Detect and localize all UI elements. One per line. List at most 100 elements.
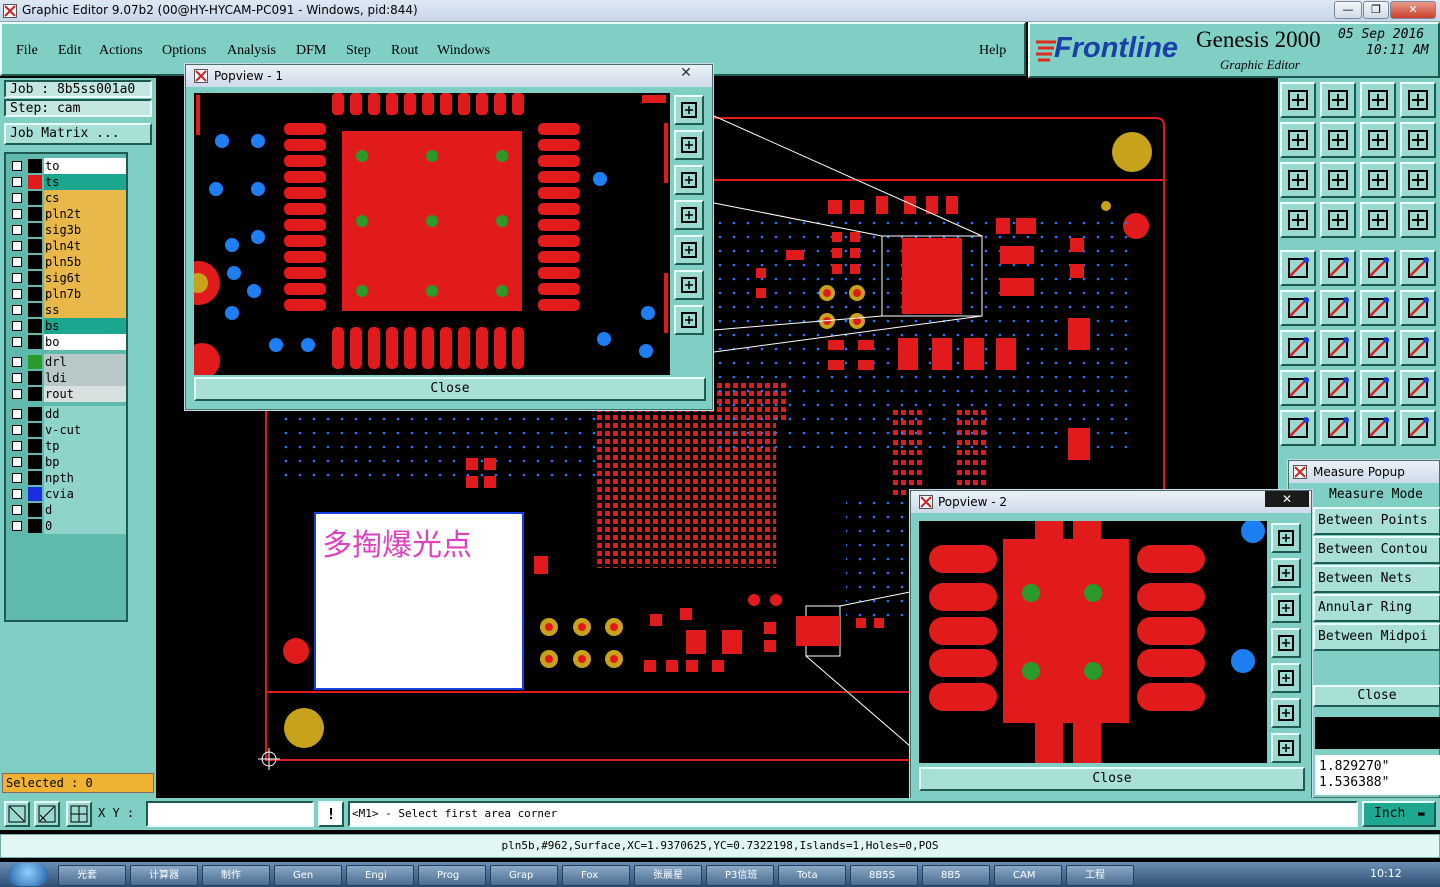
pan-right-icon[interactable] <box>1271 663 1301 693</box>
alert-icon[interactable]: ! <box>318 801 344 827</box>
taskbar-item[interactable]: 计算器 <box>130 865 198 886</box>
menu-analysis[interactable]: Analysis <box>227 43 276 59</box>
start-button[interactable] <box>8 863 48 886</box>
grid-view-icon[interactable] <box>1320 202 1356 238</box>
taskbar-item[interactable]: Prog <box>418 865 486 886</box>
measure-close-button[interactable]: Close <box>1313 685 1440 707</box>
unit-selector[interactable]: Inch ▬ <box>1362 801 1436 827</box>
window-icon[interactable] <box>1400 82 1436 118</box>
layer-checkbox[interactable] <box>12 389 22 399</box>
split-icon[interactable] <box>1320 370 1356 406</box>
layer-row-d[interactable]: d <box>10 502 126 518</box>
select-icon[interactable] <box>1280 250 1316 286</box>
taskbar-item[interactable]: P3信班 <box>706 865 774 886</box>
layer-checkbox[interactable] <box>12 289 22 299</box>
layer-checkbox[interactable] <box>12 209 22 219</box>
taskbar-item[interactable]: 光套 <box>58 865 126 886</box>
taskbar-item[interactable]: 制作 <box>202 865 270 886</box>
layer-color-swatch[interactable] <box>28 371 42 385</box>
resize-icon[interactable] <box>1360 370 1396 406</box>
menu-windows[interactable]: Windows <box>437 43 490 59</box>
measure-mode-between-midpoi[interactable]: Between Midpoi <box>1313 623 1440 651</box>
layer-checkbox[interactable] <box>12 273 22 283</box>
menu-step[interactable]: Step <box>346 43 371 59</box>
layer-row-to[interactable]: to <box>10 158 126 174</box>
layer-color-swatch[interactable] <box>28 335 42 349</box>
help-icon[interactable] <box>1400 162 1436 198</box>
fit-view-icon[interactable] <box>674 95 704 125</box>
layer-checkbox[interactable] <box>12 425 22 435</box>
rotate-icon[interactable] <box>1360 330 1396 366</box>
net-display-icon[interactable] <box>1360 202 1396 238</box>
layer-checkbox[interactable] <box>12 409 22 419</box>
layer-color-swatch[interactable] <box>28 159 42 173</box>
menu-dfm[interactable]: DFM <box>296 43 326 59</box>
text-a-icon[interactable] <box>1360 410 1396 446</box>
layer-row-0[interactable]: 0 <box>10 518 126 534</box>
layer-checkbox[interactable] <box>12 225 22 235</box>
fit-view-icon[interactable] <box>1271 523 1301 553</box>
pan-left-icon[interactable] <box>674 200 704 230</box>
layer-checkbox[interactable] <box>12 473 22 483</box>
zoom-area-icon[interactable] <box>4 801 30 827</box>
settings-icon[interactable] <box>1280 202 1316 238</box>
taskbar-item[interactable]: Fox <box>562 865 630 886</box>
layer-row-tp[interactable]: tp <box>10 438 126 454</box>
layer-checkbox[interactable] <box>12 373 22 383</box>
zoom-fit-icon[interactable] <box>1320 162 1356 198</box>
layer-row-ldi[interactable]: ldi <box>10 370 126 386</box>
layer-checkbox[interactable] <box>12 521 22 531</box>
menu-rout[interactable]: Rout <box>391 43 418 59</box>
measure-mode-annular-ring[interactable]: Annular Ring <box>1313 594 1440 622</box>
layer-checkbox[interactable] <box>12 337 22 347</box>
layer-color-swatch[interactable] <box>28 407 42 421</box>
line-icon[interactable] <box>1320 330 1356 366</box>
layer-row-rout[interactable]: rout <box>10 386 126 402</box>
taskbar-item[interactable]: 8B5 <box>922 865 990 886</box>
layer-row-pln4t[interactable]: pln4t <box>10 238 126 254</box>
layer-checkbox[interactable] <box>12 177 22 187</box>
mirror-icon[interactable] <box>1360 122 1396 158</box>
grid-icon[interactable] <box>66 801 92 827</box>
delete-icon[interactable] <box>1320 290 1356 326</box>
layer-checkbox[interactable] <box>12 505 22 515</box>
menu-file[interactable]: File <box>16 43 38 59</box>
layer-row-v-cut[interactable]: v-cut <box>10 422 126 438</box>
vertex-icon[interactable] <box>1320 410 1356 446</box>
flip-icon[interactable] <box>1400 330 1436 366</box>
taskbar-item[interactable]: Grap <box>490 865 558 886</box>
triangle-icon[interactable] <box>1280 410 1316 446</box>
popview-2-canvas[interactable] <box>919 521 1267 763</box>
layer-color-swatch[interactable] <box>28 439 42 453</box>
layer-color-swatch[interactable] <box>28 355 42 369</box>
layer-color-swatch[interactable] <box>28 239 42 253</box>
layer-color-swatch[interactable] <box>28 503 42 517</box>
pan-left-icon[interactable] <box>1280 122 1316 158</box>
layer-checkbox[interactable] <box>12 193 22 203</box>
net-highlight-icon[interactable] <box>1400 202 1436 238</box>
layer-checkbox[interactable] <box>12 441 22 451</box>
expand-icon[interactable] <box>674 270 704 300</box>
layer-row-npth[interactable]: npth <box>10 470 126 486</box>
layer-color-swatch[interactable] <box>28 423 42 437</box>
menu-help[interactable]: Help <box>979 43 1006 59</box>
popview-2-close-x[interactable]: ✕ <box>1265 491 1309 507</box>
layer-row-bp[interactable]: bp <box>10 454 126 470</box>
pan-left-icon[interactable] <box>1271 628 1301 658</box>
layer-row-drl[interactable]: drl <box>10 354 126 370</box>
zoom-out-icon[interactable] <box>674 165 704 195</box>
snap-icon[interactable] <box>1400 122 1436 158</box>
layer-color-swatch[interactable] <box>28 471 42 485</box>
menu-edit[interactable]: Edit <box>58 43 81 59</box>
popview-1-close-x[interactable]: ✕ <box>662 65 710 85</box>
pan-right-icon[interactable] <box>674 235 704 265</box>
shrink-icon[interactable] <box>1271 733 1301 763</box>
layer-color-swatch[interactable] <box>28 271 42 285</box>
layer-row-dd[interactable]: dd <box>10 406 126 422</box>
layer-row-ss[interactable]: ss <box>10 302 126 318</box>
layer-row-pln7b[interactable]: pln7b <box>10 286 126 302</box>
layer-color-swatch[interactable] <box>28 303 42 317</box>
connect-icon[interactable] <box>1280 290 1316 326</box>
layer-color-swatch[interactable] <box>28 287 42 301</box>
layer-color-swatch[interactable] <box>28 223 42 237</box>
